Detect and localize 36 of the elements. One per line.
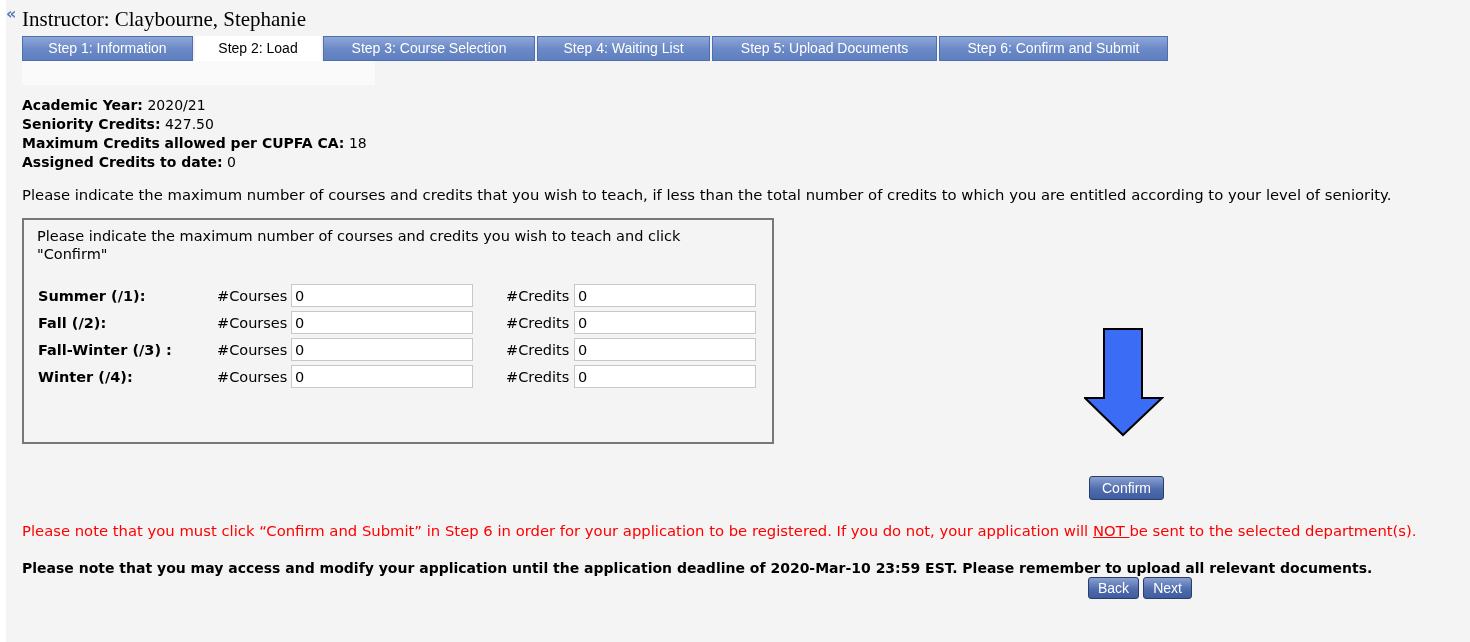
warning-text: Please note that you must click “Confirm and Submit” in Step 6 in order for your application to be registered. If you do not, your application will NOT be sent to the selected department(s). <box>22 522 1418 540</box>
next-button[interactable]: Next <box>1143 577 1192 599</box>
input-field[interactable]: 0 <box>291 284 473 307</box>
info-line: Seniority Credits: 427.50 <box>22 115 215 134</box>
credits-label: #Credits <box>506 314 571 331</box>
term-label: Fall-Winter (/3) : <box>38 341 173 358</box>
confirm-button[interactable]: Confirm <box>1089 476 1164 500</box>
term-label: Fall (/2): <box>38 314 108 331</box>
input-field[interactable]: 0 <box>574 311 756 334</box>
step-tab[interactable]: Step 2: Load <box>195 36 321 61</box>
info-line: Academic Year: 2020/21 <box>22 96 207 115</box>
page-title: Instructor: Claybourne, Stephanie <box>22 8 306 30</box>
down-arrow-icon <box>1084 328 1164 437</box>
step-tab[interactable]: Step 4: Waiting List <box>537 36 710 61</box>
instruction-text: Please indicate the maximum number of courses and credits that you wish to teach, if less than the total number of credits to which you are entitled according to your level of seniority. <box>22 186 1393 204</box>
courses-label: #Courses <box>217 341 289 358</box>
info-line: Maximum Credits allowed per CUPFA CA: 18 <box>22 134 368 153</box>
deadline-text: Please note that you may access and modify your application until the application deadline of 2020-Mar-10 23:59 EST. Please remember to upload all relevant documents. <box>22 559 1374 577</box>
credits-label: #Credits <box>506 287 571 304</box>
input-field[interactable]: 0 <box>291 311 473 334</box>
courses-label: #Courses <box>217 287 289 304</box>
term-label: Winter (/4): <box>38 368 134 385</box>
credits-label: #Credits <box>506 341 571 358</box>
back-icon[interactable]: « <box>6 6 22 22</box>
form-intro: Please indicate the maximum number of courses and credits you wish to teach and click "Confirm" <box>37 227 682 263</box>
courses-label: #Courses <box>217 368 289 385</box>
input-field[interactable]: 0 <box>574 284 756 307</box>
input-field[interactable]: 0 <box>574 338 756 361</box>
term-label: Summer (/1): <box>38 287 147 304</box>
courses-label: #Courses <box>217 314 289 331</box>
info-line: Assigned Credits to date: 0 <box>22 153 237 172</box>
back-button[interactable]: Back <box>1088 577 1140 599</box>
credits-label: #Credits <box>506 368 571 385</box>
input-field[interactable]: 0 <box>291 338 473 361</box>
input-field[interactable]: 0 <box>291 365 473 388</box>
input-field[interactable]: 0 <box>574 365 756 388</box>
